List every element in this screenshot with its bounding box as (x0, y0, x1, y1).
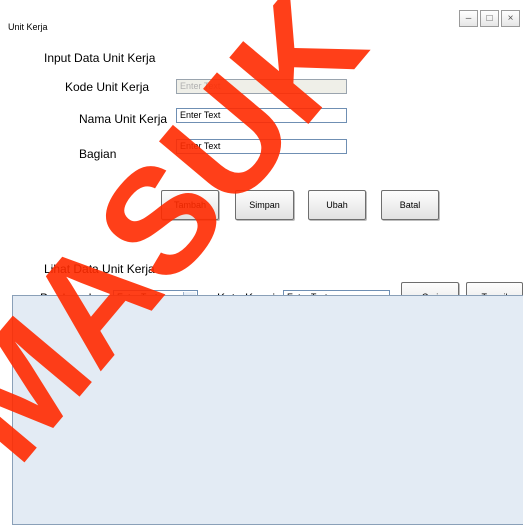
simpan-button[interactable]: Simpan (235, 190, 294, 220)
batal-button[interactable]: Batal (381, 190, 439, 220)
bagian-field[interactable]: Enter Text (176, 139, 347, 154)
nama-unit-kerja-field[interactable]: Enter Text (176, 108, 347, 123)
bagian-label: Bagian (79, 147, 117, 161)
window-title: Unit Kerja (8, 22, 48, 32)
window-controls: – □ × (459, 10, 521, 30)
close-button[interactable]: × (501, 10, 520, 27)
kode-unit-kerja-label: Kode Unit Kerja (65, 80, 150, 94)
view-section-title: Lihat Data Unit Kerja (44, 262, 155, 276)
input-section-title: Input Data Unit Kerja (44, 51, 156, 65)
kode-unit-kerja-field: Enter Text (176, 79, 347, 94)
tambah-button[interactable]: Tambah (161, 190, 219, 220)
minimize-button[interactable]: – (459, 10, 478, 27)
ubah-button[interactable]: Ubah (308, 190, 366, 220)
nama-unit-kerja-label: Nama Unit Kerja (79, 112, 168, 126)
maximize-button[interactable]: □ (480, 10, 499, 27)
data-grid[interactable] (12, 295, 523, 525)
